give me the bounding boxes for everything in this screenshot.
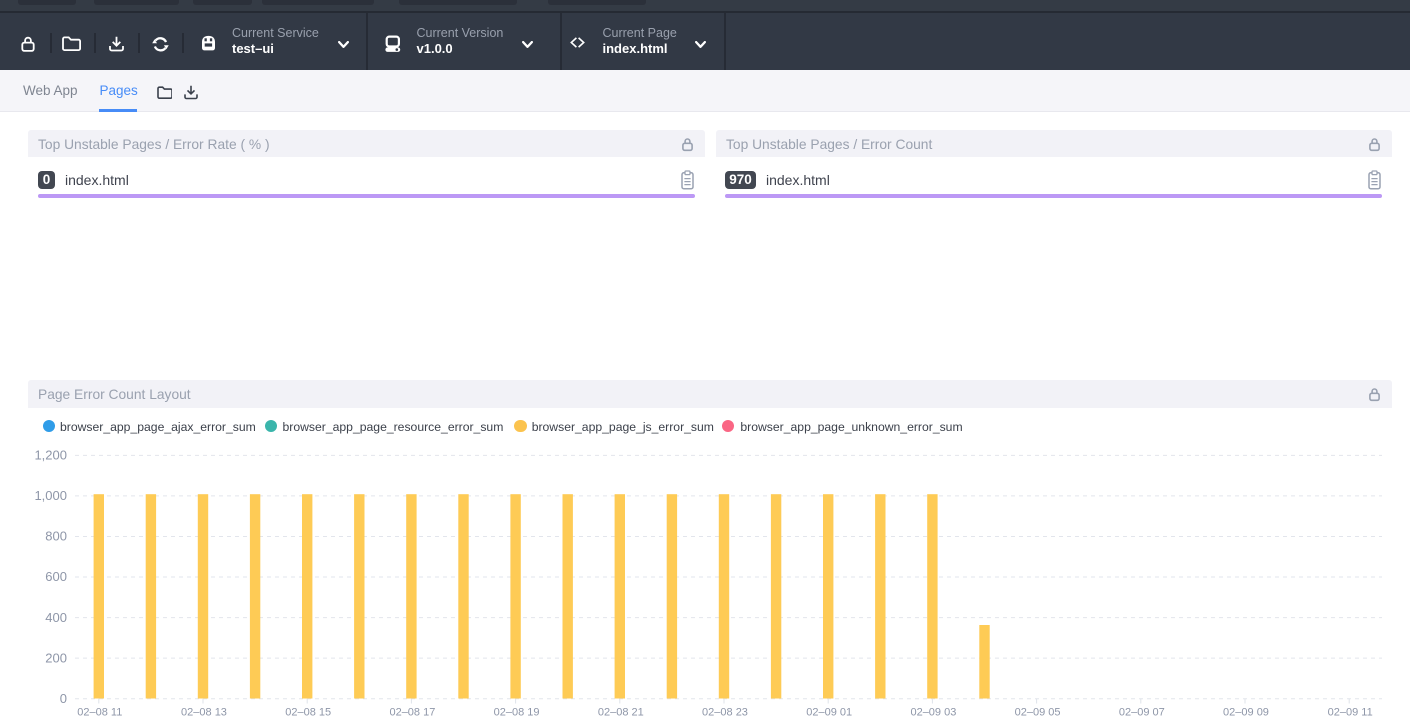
svg-text:02–08 21: 02–08 21 [598,707,644,717]
svg-text:02–09 11: 02–09 11 [1328,707,1373,717]
svg-text:1,200: 1,200 [34,448,67,463]
svg-text:02–09 07: 02–09 07 [1119,707,1165,717]
svg-text:02–08 13: 02–08 13 [181,707,227,717]
svg-text:02–08 19: 02–08 19 [494,707,540,717]
svg-text:600: 600 [45,569,67,584]
svg-text:02–09 01: 02–09 01 [806,707,852,717]
svg-text:02–08 17: 02–08 17 [389,707,435,717]
svg-text:1,000: 1,000 [34,488,67,503]
svg-text:02–09 05: 02–09 05 [1015,707,1061,717]
svg-text:02–08 15: 02–08 15 [285,707,331,717]
svg-text:200: 200 [45,650,67,665]
svg-text:800: 800 [45,529,67,544]
svg-text:02–08 11: 02–08 11 [77,707,122,717]
svg-text:400: 400 [45,610,67,625]
svg-text:02–09 09: 02–09 09 [1223,707,1269,717]
svg-text:02–08 23: 02–08 23 [702,707,748,717]
svg-text:0: 0 [60,691,67,706]
svg-text:02–09 03: 02–09 03 [910,707,956,717]
